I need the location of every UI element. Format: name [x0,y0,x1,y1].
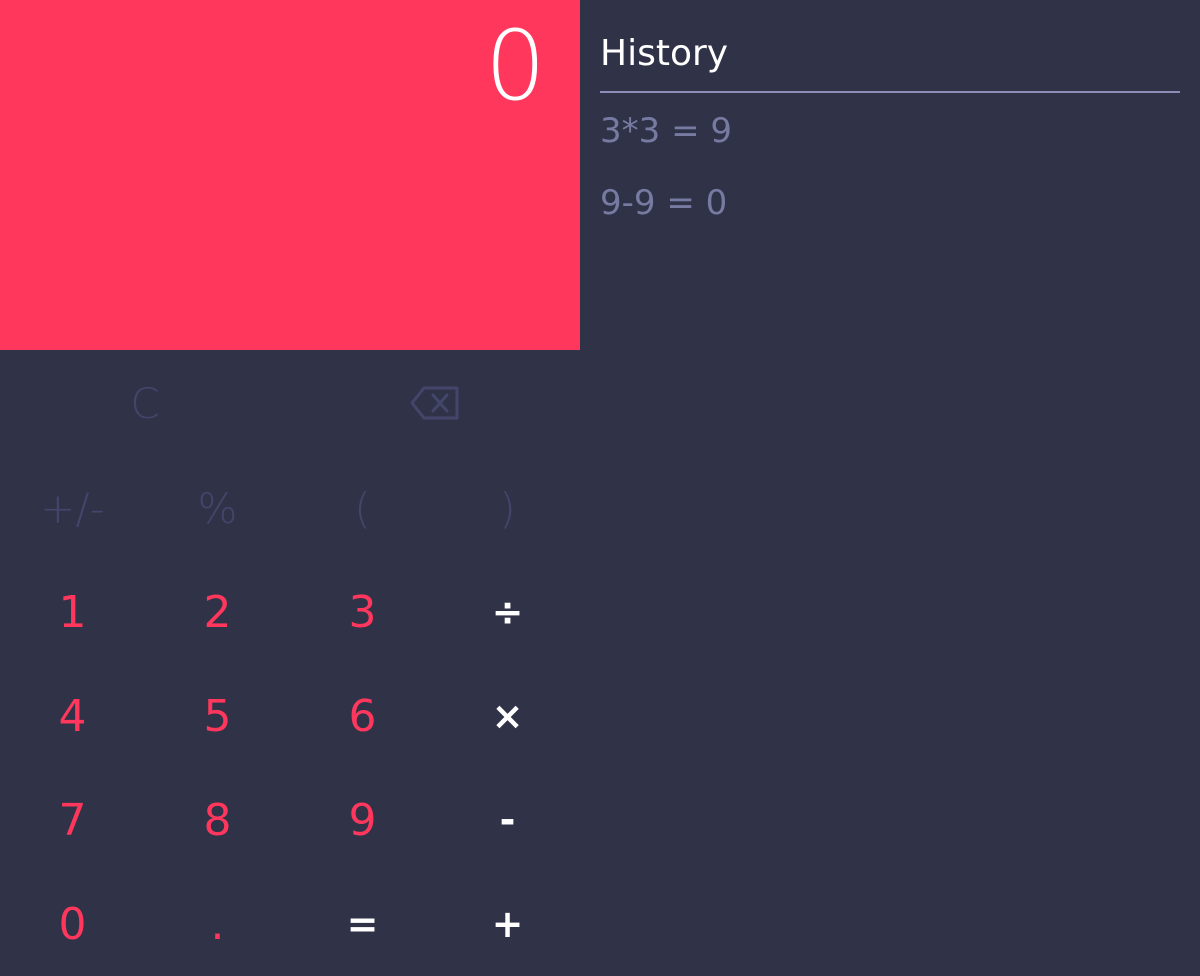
history-title: History [600,33,729,74]
history-list: 3*3 = 9 9-9 = 0 [600,106,732,250]
digit-9-button[interactable]: 9 [290,768,435,872]
history-panel: History 3*3 = 9 9-9 = 0 [600,0,1180,976]
keypad: C +/- % ( ) 1 2 3 ÷ 4 5 6 × 7 8 9 - 0 . … [0,350,580,976]
digit-4-button[interactable]: 4 [0,664,145,768]
equals-button[interactable]: = [290,872,435,976]
digit-7-button[interactable]: 7 [0,768,145,872]
digit-2-button[interactable]: 2 [145,560,290,664]
clear-button[interactable]: C [0,350,290,456]
close-paren-button[interactable]: ) [435,456,580,560]
display-value: 0 [484,10,546,122]
divide-button[interactable]: ÷ [435,560,580,664]
backspace-button[interactable] [290,350,580,456]
multiply-button[interactable]: × [435,664,580,768]
history-item[interactable]: 9-9 = 0 [600,178,732,250]
backspace-icon [410,386,459,420]
digit-0-button[interactable]: 0 [0,872,145,976]
history-item[interactable]: 3*3 = 9 [600,106,732,178]
decimal-button[interactable]: . [145,872,290,976]
history-divider [600,91,1180,93]
percent-button[interactable]: % [145,456,290,560]
digit-8-button[interactable]: 8 [145,768,290,872]
calculator-app: 0 C +/- % ( ) 1 2 3 ÷ 4 5 6 × 7 8 9 - 0 [0,0,1200,976]
digit-5-button[interactable]: 5 [145,664,290,768]
display-panel: 0 [0,0,580,350]
subtract-button[interactable]: - [435,768,580,872]
open-paren-button[interactable]: ( [290,456,435,560]
digit-1-button[interactable]: 1 [0,560,145,664]
digit-3-button[interactable]: 3 [290,560,435,664]
digit-6-button[interactable]: 6 [290,664,435,768]
add-button[interactable]: + [435,872,580,976]
sign-toggle-button[interactable]: +/- [0,456,145,560]
